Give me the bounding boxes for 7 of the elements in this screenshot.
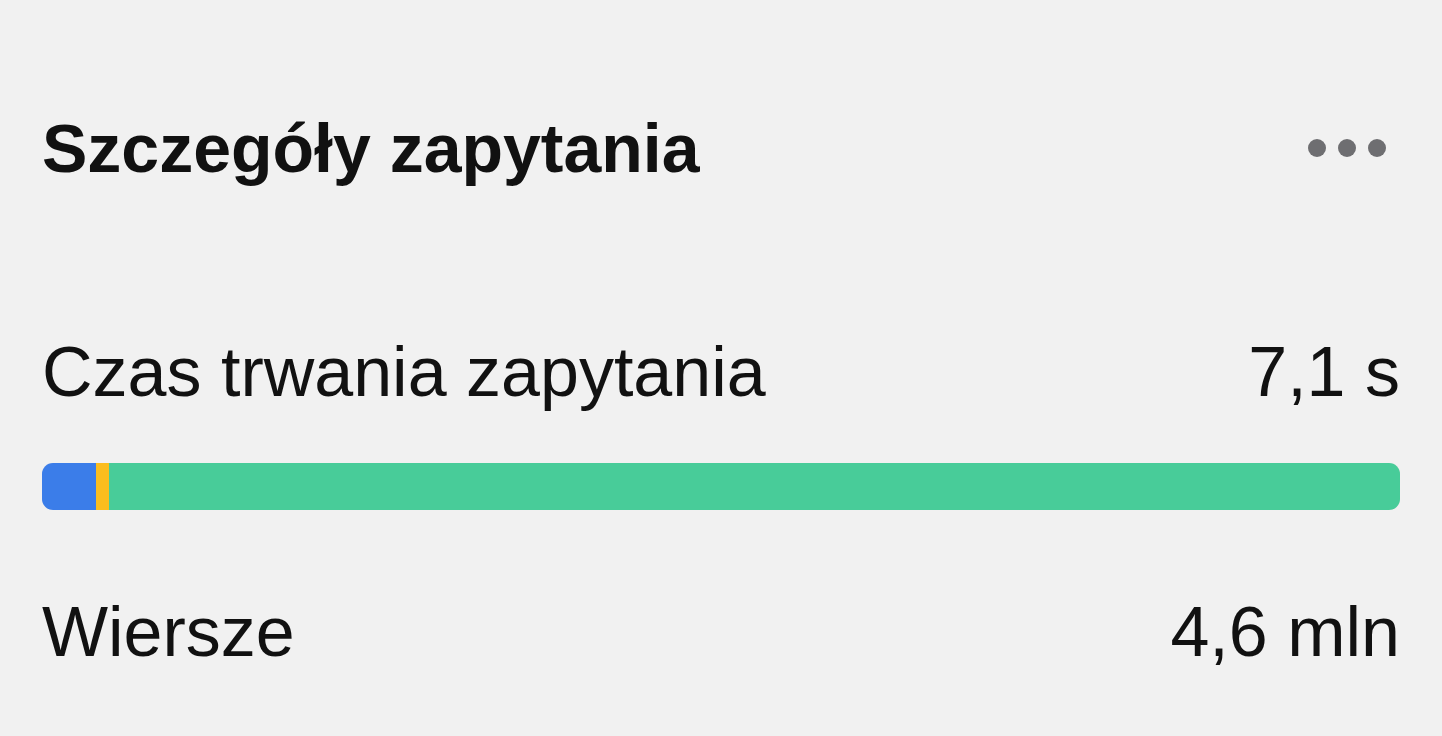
stat-label: Wiersze xyxy=(42,592,295,673)
stat-value: 4,6 mln xyxy=(1170,592,1400,673)
stat-value: 7,1 s xyxy=(1248,332,1400,413)
more-button[interactable] xyxy=(1308,139,1386,157)
more-icon xyxy=(1308,139,1386,157)
stat-label: Czas trwania zapytania xyxy=(42,332,766,413)
panel-title: Szczegóły zapytania xyxy=(42,109,700,188)
